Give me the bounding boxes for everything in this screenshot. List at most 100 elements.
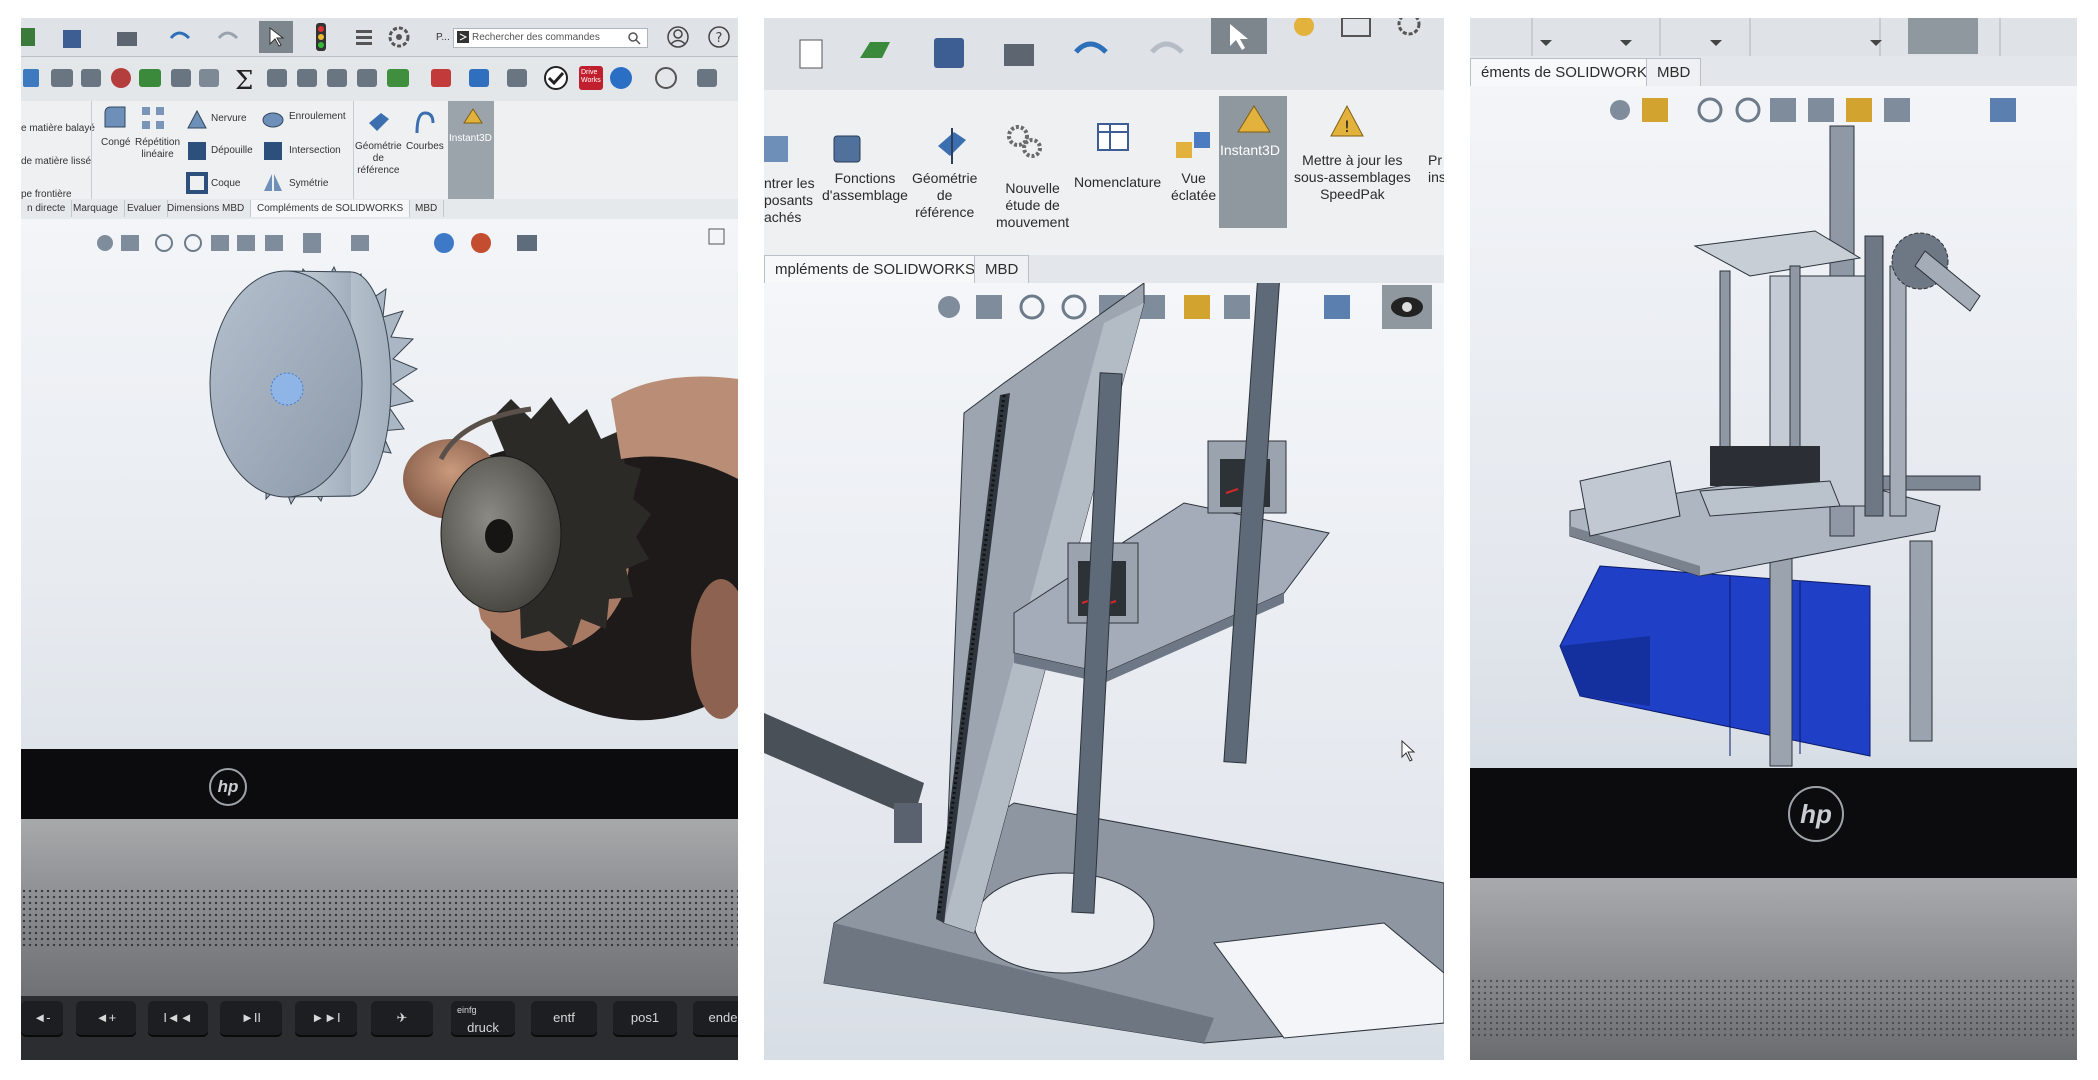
swept-boss-label[interactable]: e matière balayé [21, 123, 95, 135]
traffic-light-icon [316, 23, 326, 51]
key-f1[interactable]: ◄- [21, 1001, 63, 1035]
reference-geometry-icon[interactable] [367, 109, 391, 137]
search-icon[interactable] [627, 31, 641, 45]
tab-markup[interactable]: Marquage [67, 200, 126, 217]
reference-geometry-label[interactable]: Géométrie de référence [355, 141, 402, 177]
quick-access-toolbar-2 [764, 18, 1444, 91]
instant3d-icon [463, 108, 483, 124]
laptop-bezel [21, 749, 738, 819]
tab-direct-editing[interactable]: n directe [21, 200, 73, 217]
draft-label[interactable]: Dépouille [211, 145, 253, 157]
truncated-ribbon-label[interactable]: Pr ins [1428, 152, 1444, 186]
hp-logo-3: hp [1788, 786, 1844, 842]
key-f2-label: ◄+ [95, 1010, 117, 1025]
search-placeholder: Rechercher des commandes [472, 32, 600, 43]
tab-mbd-2[interactable]: MBD [974, 255, 1030, 283]
gear-icon[interactable] [386, 24, 412, 50]
exploded-view-icon[interactable] [1174, 128, 1214, 168]
linear-pattern-label[interactable]: Répétition linéaire [135, 137, 180, 161]
speedpak-icon[interactable]: ! [1327, 102, 1367, 142]
speaker-grille-3 [1470, 978, 2077, 1038]
rib-icon[interactable] [185, 108, 209, 132]
driveworks-label: Drive Works [581, 69, 601, 84]
exploded-view-label[interactable]: Vue éclatée [1171, 170, 1216, 204]
cad-viewport-2[interactable] [764, 283, 1444, 1060]
photo-full-machine-assembly: éments de SOLIDWORKS MBD hp [1470, 18, 2077, 1060]
solidworks-logo-icon [457, 31, 469, 43]
key-f5-label: ►►I [311, 1010, 341, 1025]
physical-gear-in-hand [403, 376, 738, 721]
options-icon[interactable] [353, 26, 375, 48]
command-toolbar-icons: Σ [23, 66, 717, 96]
svg-text:!: ! [1344, 117, 1350, 136]
tab-mbd-3[interactable]: MBD [1646, 58, 1702, 86]
key-f6-label: ✈ [396, 1010, 408, 1025]
key-f1-label: ◄- [33, 1010, 51, 1025]
draft-icon[interactable] [185, 139, 209, 163]
laptop-bezel-3 [1470, 768, 2077, 878]
key-f3[interactable]: I◄◄ [148, 1001, 208, 1035]
fillet-icon[interactable] [103, 105, 127, 131]
key-end[interactable]: ende [693, 1001, 738, 1035]
wrap-label[interactable]: Enroulement [289, 111, 346, 123]
lofted-boss-label[interactable]: de matière lissé [21, 156, 91, 168]
tab-mbd[interactable]: MBD [409, 200, 445, 217]
intersect-icon[interactable] [261, 139, 285, 163]
account-icon[interactable] [666, 25, 690, 49]
reference-geometry-icon-2[interactable] [934, 126, 970, 166]
key-home-label: pos1 [630, 1010, 660, 1025]
shell-icon[interactable] [185, 171, 209, 195]
tab-solidworks-addins-2[interactable]: mpléments de SOLIDWORKS [764, 255, 987, 283]
motion-study-label[interactable]: Nouvelle étude de mouvement [996, 180, 1069, 231]
mirror-icon[interactable] [261, 171, 285, 195]
bom-icon[interactable] [1094, 118, 1134, 158]
mirror-label[interactable]: Symétrie [289, 178, 328, 190]
tab-solidworks-addins[interactable]: Compléments de SOLIDWORKS [251, 200, 411, 217]
photo-linear-guide-assembly: ntrer les posants achés Fonctions d'asse… [764, 18, 1444, 1060]
wrap-icon[interactable] [261, 108, 285, 132]
intersect-label[interactable]: Intersection [289, 145, 341, 157]
key-f4-label: ►II [240, 1010, 262, 1025]
motion-study-icon[interactable] [1004, 122, 1044, 162]
svg-text:?: ? [716, 31, 723, 46]
key-home[interactable]: pos1 [613, 1001, 677, 1035]
key-delete[interactable]: entf [531, 1001, 597, 1035]
bom-label[interactable]: Nomenclature [1074, 174, 1161, 191]
instant3d-label-2: Instant3D [1220, 142, 1280, 158]
linear-pattern-icon[interactable] [140, 105, 168, 133]
command-manager-tabs: n directe Marquage Evaluer Dimensions MB… [21, 199, 738, 220]
fillet-label[interactable]: Congé [101, 137, 130, 149]
reference-geometry-label-2[interactable]: Géométrie de référence [912, 170, 977, 221]
cad-viewport[interactable] [21, 219, 738, 749]
key-print-screen[interactable]: einfg druck [451, 1001, 515, 1035]
assembly-features-icon[interactable] [830, 130, 866, 166]
quick-access-toolbar-3 [1470, 18, 2077, 57]
tab-solidworks-addins-3[interactable]: éments de SOLIDWORKS [1470, 58, 1668, 86]
full-machine-model [1559, 125, 1981, 767]
key-f4[interactable]: ►II [220, 1001, 282, 1035]
curves-icon[interactable] [413, 109, 437, 137]
cad-viewport-3[interactable] [1470, 86, 2077, 768]
speedpak-label[interactable]: Mettre à jour les sous-assemblages Speed… [1294, 152, 1411, 203]
key-f6[interactable]: ✈ [371, 1001, 433, 1035]
instant3d-icon-2 [1237, 105, 1271, 133]
feature-ribbon: e matière balayé de matière lissé pe fro… [21, 101, 738, 200]
key-f5[interactable]: ►►I [295, 1001, 357, 1035]
shell-label[interactable]: Coque [211, 178, 240, 190]
key-print-screen-label: druck [467, 1020, 499, 1035]
linear-guide-assembly-model [764, 283, 1444, 1044]
key-print-screen-top: einfg [457, 1005, 477, 1015]
photo-gear-comparison: P... Rechercher des commandes ? Σ Drive … [21, 18, 738, 1060]
speaker-grille [21, 888, 738, 948]
assembly-features-label[interactable]: Fonctions d'assemblage [822, 170, 908, 204]
toolbar-icons-2 [799, 18, 1421, 69]
key-f2[interactable]: ◄+ [76, 1001, 136, 1035]
help-icon[interactable]: ? [707, 25, 731, 49]
tab-mbd-dimensions[interactable]: Dimensions MBD [161, 200, 252, 217]
show-hidden-components-label[interactable]: ntrer les posants achés [764, 175, 815, 226]
quick-access-toolbar: P... Rechercher des commandes ? [21, 18, 738, 57]
rib-label[interactable]: Nervure [211, 113, 247, 125]
key-f3-label: I◄◄ [163, 1010, 193, 1025]
command-search-input[interactable]: Rechercher des commandes [453, 28, 648, 48]
curves-label[interactable]: Courbes [406, 141, 444, 153]
